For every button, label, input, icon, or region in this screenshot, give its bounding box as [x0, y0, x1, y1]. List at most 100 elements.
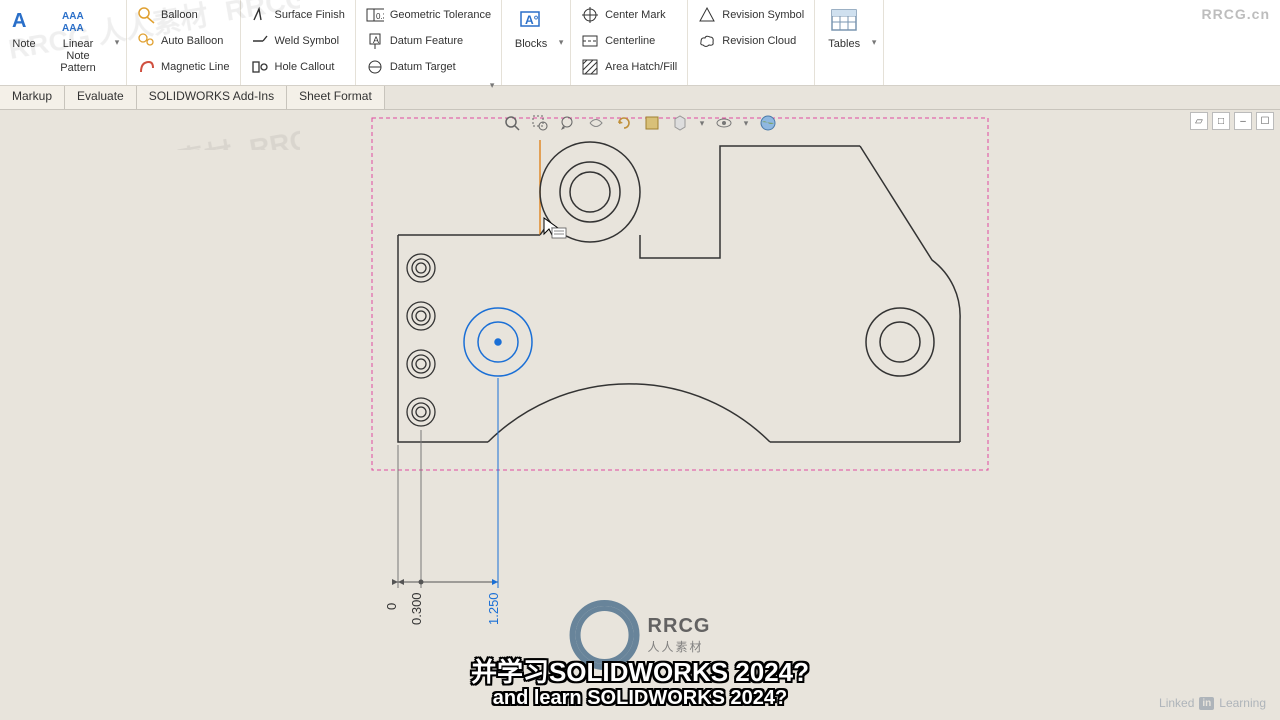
view-heads-up-toolbar: ▾ ▾ [501, 112, 779, 134]
auto-balloon-icon [137, 32, 155, 50]
blocks-group: A° Blocks ▾ [502, 0, 571, 85]
linkedin-text: Linked [1159, 696, 1194, 710]
revision-symbol-icon [698, 6, 716, 24]
magnetic-line-label: Magnetic Line [161, 61, 230, 73]
linkedin-in-icon: in [1199, 697, 1214, 710]
centerline-label: Centerline [605, 35, 655, 47]
tab-markup[interactable]: Markup [0, 86, 65, 109]
watermark-url: RRCG.cn [1202, 6, 1270, 22]
hole-row-left [407, 254, 435, 426]
zoom-fit-icon[interactable] [501, 112, 523, 134]
view-eye-icon[interactable] [713, 112, 735, 134]
globe-icon[interactable] [757, 112, 779, 134]
linear-note-pattern-button[interactable]: AAAAAA Linear Note Pattern [44, 2, 112, 83]
magnetic-line-icon [137, 58, 155, 76]
dim-0-text: 0 [384, 603, 399, 610]
revision-group: Revision Symbol Revision Cloud [688, 0, 815, 85]
svg-text:A: A [373, 35, 379, 45]
geometric-tolerance-button[interactable]: 0.3 Geometric Tolerance [360, 2, 497, 28]
subtitle-line2: and learn SOLIDWORKS 2024? [471, 687, 809, 710]
ribbon-toolbar: A Note AAAAAA Linear Note Pattern ▾ Ball… [0, 0, 1280, 86]
balloon-group: Balloon Auto Balloon Magnetic Line [127, 0, 241, 85]
tab-sheet-format[interactable]: Sheet Format [287, 86, 385, 109]
svg-text:AAA: AAA [62, 11, 84, 22]
surface-finish-button[interactable]: Surface Finish [245, 2, 351, 28]
note-label: Note [12, 38, 35, 50]
revision-symbol-button[interactable]: Revision Symbol [692, 2, 810, 28]
revision-cloud-button[interactable]: Revision Cloud [692, 28, 810, 54]
svg-text:A: A [12, 10, 26, 32]
svg-text:A°: A° [525, 13, 539, 27]
datum-feature-label: Datum Feature [390, 35, 463, 47]
center-group: Center Mark Centerline Area Hatch/Fill [571, 0, 688, 85]
svg-text:AAA: AAA [62, 23, 84, 34]
tables-button[interactable]: Tables [819, 2, 869, 83]
tables-group: Tables ▾ [815, 0, 884, 85]
dimension-set: 0 0.300 1.250 [384, 378, 501, 625]
linear-note-icon: AAAAAA [62, 4, 94, 36]
revision-cloud-label: Revision Cloud [722, 35, 796, 47]
hide-show-icon[interactable] [669, 112, 691, 134]
subtitle-line1: 并学习SOLIDWORKS 2024? [471, 652, 809, 689]
hole-callout-label: Hole Callout [275, 61, 335, 73]
display-dropdown-icon[interactable]: ▾ [697, 112, 707, 134]
tab-evaluate[interactable]: Evaluate [65, 86, 137, 109]
centerline-button[interactable]: Centerline [575, 28, 683, 54]
hole-callout-icon [251, 58, 269, 76]
hole-callout-button[interactable]: Hole Callout [245, 54, 351, 80]
rotate-icon[interactable] [613, 112, 635, 134]
datum-dropdown-icon[interactable]: ▾ [487, 80, 497, 91]
balloon-button[interactable]: Balloon [131, 2, 236, 28]
center-mark-label: Center Mark [605, 9, 666, 21]
center-mark-button[interactable]: Center Mark [575, 2, 683, 28]
tables-icon [828, 4, 860, 36]
area-hatch-icon [581, 58, 599, 76]
magnetic-line-button[interactable]: Magnetic Line [131, 54, 236, 80]
note-dropdown-icon[interactable]: ▾ [112, 2, 122, 83]
note-icon: A [8, 4, 40, 36]
tables-dropdown-icon[interactable]: ▾ [869, 2, 879, 83]
weld-symbol-label: Weld Symbol [275, 35, 340, 47]
geom-tol-label: Geometric Tolerance [390, 9, 491, 21]
surface-finish-icon [251, 6, 269, 24]
geom-tol-icon: 0.3 [366, 6, 384, 24]
datum-target-icon [366, 58, 384, 76]
linkedin-learning-text: Learning [1219, 696, 1266, 710]
cursor-icon [544, 218, 566, 238]
datum-target-button[interactable]: Datum Target [360, 54, 497, 80]
blocks-icon: A° [515, 4, 547, 36]
datum-feature-button[interactable]: A Datum Feature [360, 28, 497, 54]
svg-text:0.3: 0.3 [376, 12, 384, 21]
area-hatch-button[interactable]: Area Hatch/Fill [575, 54, 683, 80]
selected-hole[interactable] [464, 308, 532, 376]
command-tabs: Markup Evaluate SOLIDWORKS Add-Ins Sheet… [0, 86, 1280, 110]
centerline-icon [581, 32, 599, 50]
blocks-button[interactable]: A° Blocks [506, 2, 556, 83]
datum-feature-icon: A [366, 32, 384, 50]
previous-view-icon[interactable] [557, 112, 579, 134]
surface-finish-label: Surface Finish [275, 9, 345, 21]
blocks-dropdown-icon[interactable]: ▾ [556, 2, 566, 83]
right-hole [866, 308, 934, 376]
dim-1250-text: 1.250 [486, 592, 501, 625]
linkedin-learning-badge: Linked in Learning [1159, 696, 1266, 710]
auto-balloon-label: Auto Balloon [161, 35, 223, 47]
datum-target-label: Datum Target [390, 61, 456, 73]
weld-symbol-icon [251, 32, 269, 50]
section-view-icon[interactable] [585, 112, 607, 134]
balloon-icon [137, 6, 155, 24]
auto-balloon-button[interactable]: Auto Balloon [131, 28, 236, 54]
note-button[interactable]: A Note [4, 2, 44, 83]
tab-addins[interactable]: SOLIDWORKS Add-Ins [137, 86, 287, 109]
video-subtitle: 并学习SOLIDWORKS 2024? and learn SOLIDWORKS… [471, 652, 809, 710]
eye-dropdown-icon[interactable]: ▾ [741, 112, 751, 134]
display-style-icon[interactable] [641, 112, 663, 134]
blocks-label: Blocks [515, 38, 547, 50]
tables-label: Tables [828, 38, 860, 50]
logo-text: RRCG [648, 615, 711, 638]
revision-cloud-icon [698, 32, 716, 50]
linear-note-label: Linear Note Pattern [50, 38, 106, 74]
balloon-label: Balloon [161, 9, 198, 21]
weld-symbol-button[interactable]: Weld Symbol [245, 28, 351, 54]
zoom-area-icon[interactable] [529, 112, 551, 134]
